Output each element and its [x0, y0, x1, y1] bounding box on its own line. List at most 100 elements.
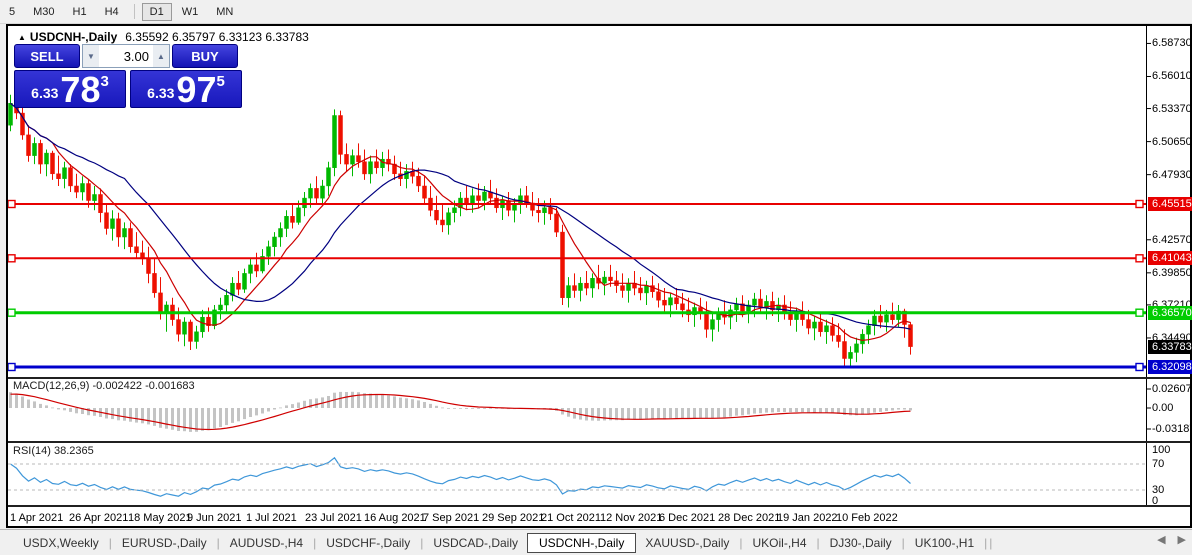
hline-end-marker[interactable] — [1136, 364, 1143, 371]
price-axis-label: 6.47930 — [1152, 169, 1192, 182]
timeframe-button-5[interactable]: 5 — [1, 3, 23, 21]
hline-end-marker[interactable] — [1136, 201, 1143, 208]
macd-layer — [9, 392, 912, 432]
date-axis-label: 6 Dec 2021 — [659, 512, 715, 524]
date-axis-label: 1 Apr 2021 — [10, 512, 63, 524]
date-axis-label: 18 May 2021 — [128, 512, 192, 524]
date-axis-label: 12 Nov 2021 — [600, 512, 662, 524]
date-axis-label: 19 Jan 2022 — [777, 512, 838, 524]
tab-dj30-daily[interactable]: DJ30-,Daily — [821, 533, 901, 553]
tab-xauusd-daily[interactable]: XAUUSD-,Daily — [636, 533, 738, 553]
tab-separator: | — [313, 536, 316, 550]
tab-separator: | — [109, 536, 112, 550]
chart-window: ▲ USDCNH-,Daily 6.35592 6.35797 6.33123 6.… — [6, 24, 1192, 528]
buy-price-prefix: 6.33 — [147, 85, 174, 101]
hline-end-marker[interactable] — [8, 309, 15, 316]
sell-price-box[interactable]: 6.33 78 3 — [14, 70, 126, 108]
date-axis-label: 28 Dec 2021 — [718, 512, 780, 524]
volume-increase-button[interactable]: ▲ — [153, 45, 169, 67]
tab-separator: | — [989, 536, 992, 550]
chart-title: ▲ USDCNH-,Daily 6.35592 6.35797 6.33123 6.… — [18, 30, 309, 44]
sell-price-point: 3 — [100, 73, 108, 90]
date-axis-label: 23 Jul 2021 — [305, 512, 362, 524]
chart-ohlc-values: 6.35592 6.35797 6.33123 6.33783 — [125, 30, 309, 44]
hline-end-marker[interactable] — [8, 364, 15, 371]
resistance-price-badge: 6.45515 — [1148, 197, 1192, 211]
price-axis-label: 6.53370 — [1152, 103, 1192, 116]
price-axis-label: 6.39850 — [1152, 267, 1192, 280]
tab-usdchf-daily[interactable]: USDCHF-,Daily — [317, 533, 419, 553]
macd-signal-value: -0.001683 — [145, 380, 195, 392]
timeframe-button-D1[interactable]: D1 — [142, 3, 172, 21]
timeframe-button-H4[interactable]: H4 — [97, 3, 127, 21]
tab-separator: | — [984, 536, 987, 550]
macd-main-value: -0.002422 — [92, 380, 142, 392]
support-price-badge: 6.36570 — [1148, 306, 1192, 320]
timeframe-button-H1[interactable]: H1 — [65, 3, 95, 21]
hline-end-marker[interactable] — [8, 255, 15, 262]
ma-fast-line — [11, 103, 911, 340]
date-axis-label: 1 Jul 2021 — [246, 512, 297, 524]
volume-spinner: ▼ ▲ — [82, 44, 170, 68]
timeframe-toolbar: 5M30H1H4 D1W1MN — [0, 0, 1192, 24]
date-axis-label: 9 Jun 2021 — [187, 512, 241, 524]
tab-separator: | — [739, 536, 742, 550]
current-price-badge: 6.33783 — [1148, 340, 1192, 354]
collapse-arrow-icon[interactable]: ▲ — [18, 33, 26, 42]
price-axis-label: 6.58730 — [1152, 37, 1192, 50]
sell-price-pips: 78 — [60, 75, 100, 105]
hline-end-marker[interactable] — [1136, 309, 1143, 316]
macd-indicator-label: MACD(12,26,9) -0.002422 -0.001683 — [13, 380, 195, 392]
rsi-axis-label: 70 — [1152, 458, 1192, 471]
chart-symbol-period: USDCNH-,Daily — [30, 30, 117, 44]
price-axis-label: 6.56010 — [1152, 70, 1192, 83]
macd-axis-label: 0.02607 — [1152, 383, 1192, 396]
tab-separator: | — [420, 536, 423, 550]
macd-signal-line — [11, 394, 911, 429]
support-price-badge: 6.32098 — [1148, 360, 1192, 374]
tab-audusd-h4[interactable]: AUDUSD-,H4 — [221, 533, 312, 553]
sell-price-prefix: 6.33 — [31, 85, 58, 101]
tab-usdx-weekly[interactable]: USDX,Weekly — [14, 533, 108, 553]
date-axis-label: 29 Sep 2021 — [482, 512, 544, 524]
price-axis-label: 6.50650 — [1152, 136, 1192, 149]
toolbar-separator — [134, 4, 135, 19]
timeframe-button-MN[interactable]: MN — [208, 3, 241, 21]
buy-button[interactable]: BUY — [172, 44, 238, 68]
buy-price-pips: 97 — [176, 75, 216, 105]
rsi-value: 38.2365 — [54, 445, 94, 457]
volume-input[interactable] — [99, 45, 153, 67]
rsi-panel-separator[interactable] — [8, 441, 1190, 443]
resistance-price-badge: 6.41043 — [1148, 251, 1192, 265]
tab-usdcnh-daily[interactable]: USDCNH-,Daily — [527, 533, 636, 553]
tab-ukoil-h4[interactable]: UKOil-,H4 — [744, 533, 816, 553]
tab-separator: | — [217, 536, 220, 550]
tab-scroll-buttons: ◀ ▶ — [1157, 533, 1186, 546]
date-axis-label: 26 Apr 2021 — [69, 512, 128, 524]
hline-end-marker[interactable] — [8, 201, 15, 208]
buy-price-box[interactable]: 6.33 97 5 — [130, 70, 242, 108]
volume-decrease-button[interactable]: ▼ — [83, 45, 99, 67]
date-axis-label: 10 Feb 2022 — [836, 512, 898, 524]
macd-panel-separator[interactable] — [8, 377, 1190, 379]
rsi-axis-label: 0 — [1152, 495, 1192, 508]
timeframe-button-M30[interactable]: M30 — [25, 3, 62, 21]
sell-button[interactable]: SELL — [14, 44, 80, 68]
buy-price-point: 5 — [216, 73, 224, 90]
tab-scroll-left-icon[interactable]: ◀ — [1157, 533, 1165, 546]
tab-eurusd-daily[interactable]: EURUSD-,Daily — [113, 533, 216, 553]
hline-end-marker[interactable] — [1136, 255, 1143, 262]
date-axis-label: 7 Sep 2021 — [423, 512, 479, 524]
rsi-axis-label: 100 — [1152, 444, 1192, 457]
tab-uk100-h1[interactable]: UK100-,H1 — [906, 533, 983, 553]
date-axis-label: 16 Aug 2021 — [364, 512, 426, 524]
tab-usdcad-daily[interactable]: USDCAD-,Daily — [424, 533, 527, 553]
one-click-trading-panel: SELL ▼ ▲ BUY 6.33 78 3 6.33 97 5 — [14, 44, 242, 108]
macd-axis-label: 0.00 — [1152, 402, 1192, 415]
macd-axis-label: -0.03187 — [1152, 423, 1192, 436]
date-axis-label: 21 Oct 2021 — [541, 512, 601, 524]
tab-scroll-right-icon[interactable]: ▶ — [1178, 533, 1186, 546]
timeframe-button-W1[interactable]: W1 — [174, 3, 207, 21]
price-axis-label: 6.42570 — [1152, 234, 1192, 247]
candles-layer — [9, 90, 913, 368]
